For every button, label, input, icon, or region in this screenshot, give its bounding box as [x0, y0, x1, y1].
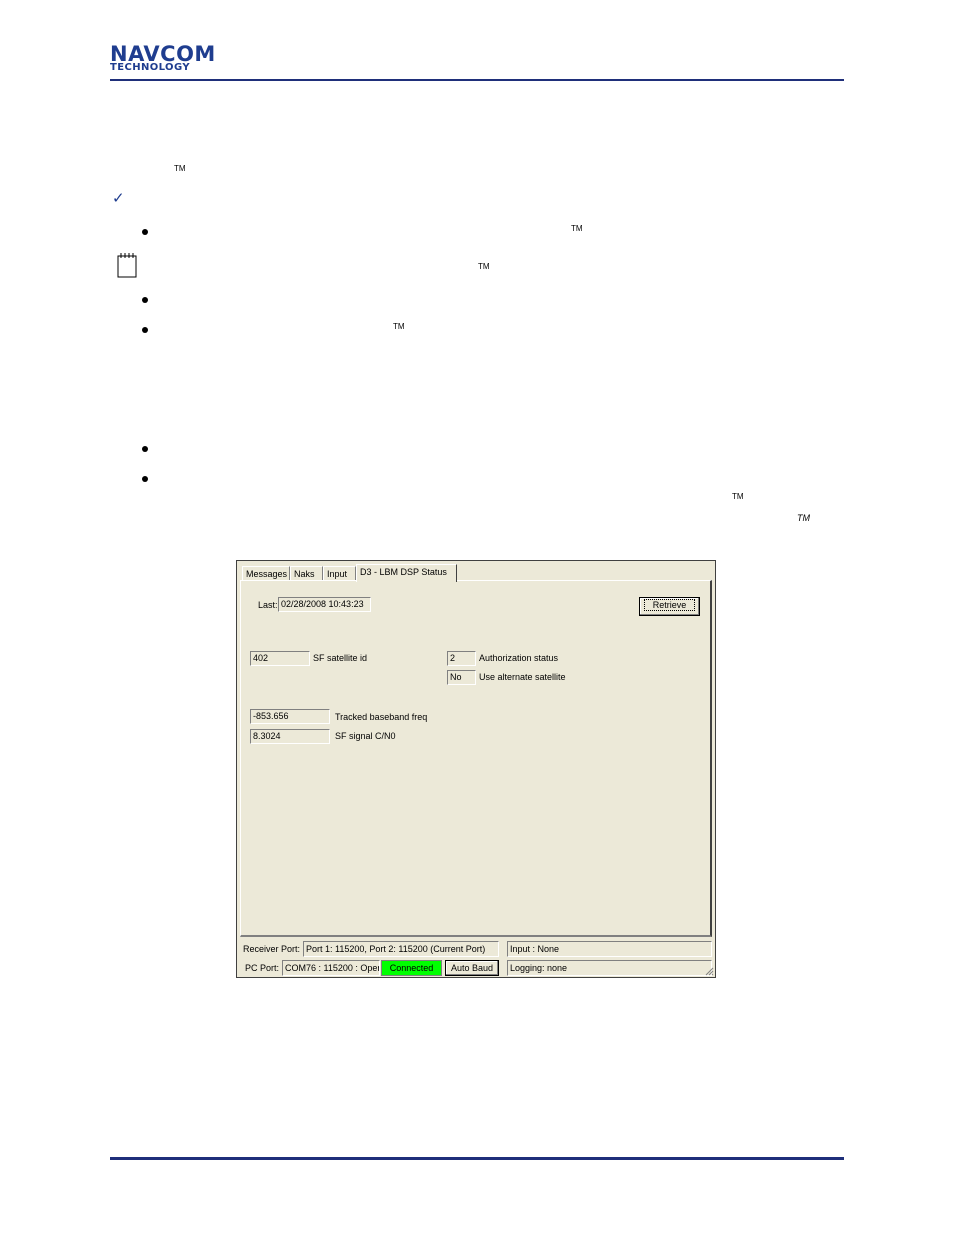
tab-naks[interactable]: Naks	[290, 566, 323, 581]
footer-rule	[110, 1157, 844, 1160]
receiver-port-label: Receiver Port:	[243, 944, 301, 954]
tab-messages[interactable]: Messages	[242, 566, 290, 581]
checkmark-icon: ✓	[112, 189, 125, 207]
header-rule	[110, 79, 844, 81]
bullet-icon	[142, 327, 148, 333]
notepad-icon	[117, 253, 137, 278]
authorization-status-label: Authorization status	[479, 653, 559, 663]
sf-signal-cn0-field: 8.3024	[250, 729, 330, 744]
last-timestamp-field: 02/28/2008 10:43:23	[278, 597, 371, 612]
bullet-icon	[142, 297, 148, 303]
resize-grip-icon[interactable]	[704, 966, 714, 976]
status-bar: Receiver Port: Port 1: 115200, Port 2: 1…	[240, 939, 712, 976]
pc-port-label: PC Port:	[245, 963, 280, 973]
trademark-mark: TM	[732, 492, 744, 501]
sf-satellite-id-field: 402	[250, 651, 310, 666]
last-label: Last:	[258, 600, 278, 610]
authorization-status-field: 2	[447, 651, 476, 666]
bullet-icon	[142, 476, 148, 482]
lbm-dsp-status-window: Messages Naks Input D3 - LBM DSP Status …	[236, 560, 716, 978]
sf-signal-cn0-label: SF signal C/N0	[335, 731, 396, 741]
tracked-baseband-freq-label: Tracked baseband freq	[335, 712, 428, 722]
connected-status-badge: Connected	[381, 960, 442, 976]
trademark-mark: TM	[174, 164, 186, 173]
tab-lbm-dsp-status[interactable]: D3 - LBM DSP Status	[356, 564, 457, 582]
bullet-icon	[142, 229, 148, 235]
navcom-logo: NAVCOM TECHNOLOGY	[110, 44, 216, 73]
retrieve-button-label: Retrieve	[643, 599, 696, 611]
bullet-icon	[142, 446, 148, 452]
trademark-mark: TM	[797, 513, 810, 523]
input-status: Input : None	[507, 941, 712, 957]
pc-port-value: COM76 : 115200 : Open	[282, 960, 380, 976]
trademark-mark: TM	[571, 224, 583, 233]
tab-input[interactable]: Input	[323, 566, 356, 581]
use-alternate-satellite-field: No	[447, 670, 476, 685]
sf-satellite-id-label: SF satellite id	[313, 653, 368, 663]
tab-panel: Last: 02/28/2008 10:43:23 Retrieve 402 S…	[240, 580, 712, 937]
auto-baud-button[interactable]: Auto Baud	[445, 960, 499, 976]
tracked-baseband-freq-field: -853.656	[250, 709, 330, 724]
use-alternate-satellite-label: Use alternate satellite	[479, 672, 566, 682]
logging-status: Logging: none	[507, 960, 712, 976]
trademark-mark: TM	[393, 322, 405, 331]
retrieve-button[interactable]: Retrieve	[639, 597, 700, 616]
receiver-port-value: Port 1: 115200, Port 2: 115200 (Current …	[303, 941, 499, 957]
trademark-mark: TM	[478, 262, 490, 271]
